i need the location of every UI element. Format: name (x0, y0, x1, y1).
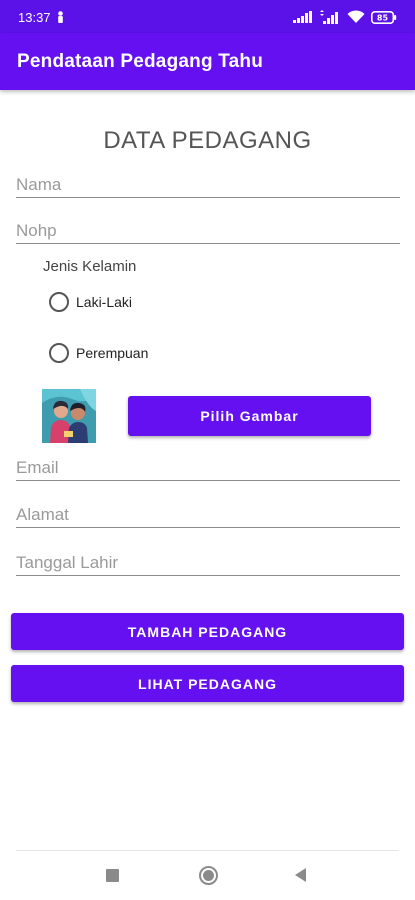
alamat-input[interactable] (16, 505, 400, 525)
radio-perempuan[interactable]: Perempuan (49, 343, 148, 363)
battery-level: 85 (377, 13, 389, 22)
cell-signal-icon (293, 11, 312, 23)
email-input[interactable] (16, 458, 400, 478)
email-field-container (16, 451, 400, 481)
back-triangle-icon[interactable] (295, 868, 306, 882)
view-pedagang-button[interactable]: LIHAT PEDAGANG (11, 665, 404, 702)
system-nav-bar (0, 851, 415, 900)
app-screen: 13:37 85 Pendataan Pedagang Tahu DATA PE… (0, 0, 415, 900)
radio-label: Perempuan (76, 345, 149, 361)
form-heading: DATA PEDAGANG (103, 127, 312, 154)
nohp-field-container (16, 214, 400, 244)
app-bar: Pendataan Pedagang Tahu (0, 33, 415, 90)
avatar-image (42, 389, 96, 443)
nama-field-container (16, 168, 400, 198)
status-bar: 13:37 85 (0, 0, 415, 33)
gender-label: Jenis Kelamin (43, 258, 137, 275)
sim-person-icon (58, 11, 63, 23)
battery-icon: 85 (371, 10, 397, 24)
recents-square-icon[interactable] (106, 869, 119, 882)
tanggal-lahir-input[interactable] (16, 553, 400, 573)
radio-label: Laki-Laki (76, 294, 133, 310)
nama-input[interactable] (16, 175, 400, 195)
radio-circle-icon (49, 343, 69, 363)
radio-laki-laki[interactable]: Laki-Laki (49, 292, 132, 312)
app-title: Pendataan Pedagang Tahu (17, 51, 264, 72)
pick-image-button[interactable]: Pilih Gambar (128, 396, 371, 436)
nohp-input[interactable] (16, 221, 400, 241)
status-icons: 85 (293, 8, 397, 26)
add-pedagang-button[interactable]: TAMBAH PEDAGANG (11, 613, 404, 650)
home-circle-icon[interactable] (199, 866, 218, 885)
alamat-field-container (16, 498, 400, 528)
wifi-icon (347, 10, 365, 23)
status-time: 13:37 (18, 10, 51, 25)
radio-circle-icon (49, 292, 69, 312)
cell-signal-icon (320, 10, 338, 24)
tanggal-lahir-field-container (16, 546, 400, 576)
